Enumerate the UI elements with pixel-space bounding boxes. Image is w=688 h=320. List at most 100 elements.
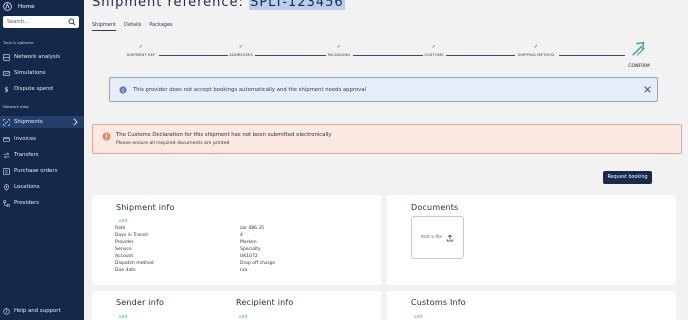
sidebar-item-label: Network analysis <box>14 54 61 60</box>
sidebar-item-simulations[interactable]: Simulations <box>0 67 84 79</box>
invoice-icon <box>3 136 10 142</box>
sender-recipient-card: Sender info edit Recipient info edit <box>92 291 381 320</box>
warning-title: The Customs Declaration for this shipmen… <box>116 132 332 138</box>
edit-link[interactable]: edit <box>119 219 127 224</box>
title-prefix: Shipment reference: <box>92 0 250 10</box>
sidebar: Home Search... Tune & optimise Network a… <box>0 0 84 320</box>
tab-bar: Shipment Details Packages <box>92 22 173 31</box>
network-icon <box>3 53 10 61</box>
info-label: Provider <box>115 240 134 245</box>
checkmark-icon: ✓ <box>138 44 144 50</box>
checkmark-icon: ✓ <box>336 44 342 50</box>
sidebar-item-purchase-orders[interactable]: Purchase orders <box>0 165 84 177</box>
step-addresses: ✓ ADDRESSES <box>211 44 271 57</box>
tab-packages[interactable]: Packages <box>149 22 172 31</box>
step-label: PACKAGING <box>327 52 351 57</box>
sidebar-item-label: Providers <box>14 200 40 206</box>
search-input[interactable]: Search... <box>3 16 79 28</box>
chevron-right-icon <box>73 118 78 126</box>
sidebar-item-label: Simulations <box>14 70 46 76</box>
card-title: Documents <box>411 203 459 212</box>
search-icon[interactable] <box>68 18 76 26</box>
checkmark-icon: ✓ <box>533 44 539 50</box>
info-value: n/a <box>240 268 248 273</box>
info-value: UK1072 <box>240 254 258 259</box>
step-shipping-method: ✓ SHIPPING METHOD <box>506 44 566 57</box>
stepper-connector <box>559 55 625 56</box>
sidebar-item-network-analysis[interactable]: Network analysis <box>0 51 84 63</box>
step-confirm: CONFIRM <box>624 40 654 69</box>
warning-alert: The Customs Declaration for this shipmen… <box>92 124 682 154</box>
step-label: CONFIRM <box>628 64 650 69</box>
section-label-tune: Tune & optimise <box>3 40 34 45</box>
sender-edit-link[interactable]: edit <box>119 315 127 320</box>
sidebar-item-transfers[interactable]: Transfers <box>0 149 84 161</box>
sidebar-item-invoices[interactable]: Invoices <box>0 133 84 145</box>
info-alert: This provider does not accept bookings a… <box>109 77 658 102</box>
checkmark-icon: ✓ <box>238 44 244 50</box>
sidebar-item-label: Dispute spend <box>14 86 53 92</box>
add-file-dropzone[interactable]: Add a file <box>411 216 464 259</box>
info-value: Drop off charge <box>240 261 276 266</box>
card-title: Shipment info <box>116 203 175 212</box>
step-label: CUSTOMS <box>424 52 444 57</box>
dollar-icon: $ <box>4 86 8 92</box>
info-alert-text: This provider does not accept bookings a… <box>133 86 367 93</box>
info-value: Specialty <box>240 247 261 252</box>
warning-icon <box>102 132 111 141</box>
tab-details[interactable]: Details <box>124 22 141 31</box>
step-label: SHIPPING METHOD <box>517 52 555 57</box>
section-label-network: Network data <box>3 104 29 109</box>
recipient-edit-link[interactable]: edit <box>239 315 247 320</box>
shipment-reference: SPLT-123456 <box>249 0 345 10</box>
sidebar-item-label: Locations <box>14 184 40 190</box>
step-label: SHIPMENT REF <box>126 52 156 57</box>
providers-icon <box>3 199 10 207</box>
svg-text:?: ? <box>5 309 7 314</box>
help-and-support[interactable]: ? Help and support <box>0 305 84 317</box>
add-file-label: Add a file <box>420 235 443 240</box>
svg-text:$: $ <box>4 86 8 92</box>
home-link[interactable]: Home <box>3 1 35 12</box>
sidebar-item-label: Invoices <box>14 136 37 142</box>
request-booking-button[interactable]: Request booking <box>603 171 652 184</box>
checkmark-icon: ✓ <box>431 44 437 50</box>
step-customs: ✓ CUSTOMS <box>404 44 464 57</box>
customs-edit-link[interactable]: edit <box>414 315 422 320</box>
sidebar-item-dispute-spend[interactable]: $ Dispute spend <box>0 83 84 95</box>
step-packaging: ✓ PACKAGING <box>309 44 369 57</box>
info-value: Marken <box>240 240 257 245</box>
search-placeholder: Search... <box>7 19 29 25</box>
home-label: Home <box>18 3 35 10</box>
info-label: Service <box>115 247 132 252</box>
sidebar-item-locations[interactable]: Locations <box>0 181 84 193</box>
help-label: Help and support <box>14 308 61 314</box>
confirm-arrows-icon <box>632 41 645 56</box>
step-shipment-ref: ✓ SHIPMENT REF <box>111 44 171 57</box>
close-icon[interactable] <box>644 86 651 93</box>
info-value: 4 <box>240 233 243 238</box>
info-label: Dispatch method <box>115 261 154 266</box>
tab-shipment[interactable]: Shipment <box>92 22 116 31</box>
location-pin-icon <box>4 183 9 191</box>
sidebar-item-shipments[interactable]: Shipments <box>0 116 84 128</box>
sidebar-item-label: Shipments <box>14 119 43 125</box>
recipient-info-title: Recipient info <box>236 298 294 307</box>
sender-info-title: Sender info <box>116 298 165 307</box>
info-icon <box>119 85 127 94</box>
page-title: Shipment reference: SPLT-123456 <box>92 0 345 10</box>
logo-icon <box>3 2 12 11</box>
sidebar-item-label: Purchase orders <box>14 168 58 174</box>
step-label: ADDRESSES <box>229 52 253 57</box>
help-icon: ? <box>3 307 10 315</box>
info-label: Rate <box>115 226 126 231</box>
info-value: zar 486.35 <box>240 226 265 231</box>
card-title: Customs Info <box>411 298 466 307</box>
info-label: Due date <box>115 268 136 273</box>
warning-body: Please ensure all required documents are… <box>116 141 230 146</box>
sidebar-item-providers[interactable]: Providers <box>0 197 84 209</box>
info-label: Account <box>115 254 134 259</box>
sidebar-item-label: Transfers <box>14 152 39 158</box>
simulation-icon <box>3 70 10 76</box>
transfer-icon <box>3 152 10 158</box>
